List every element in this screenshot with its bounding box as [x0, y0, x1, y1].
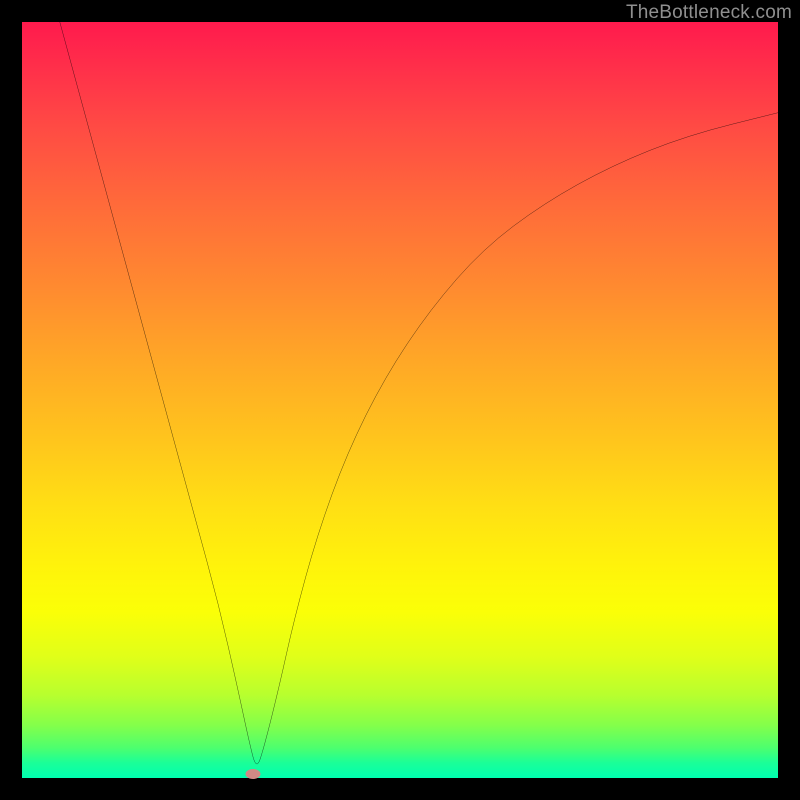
chart-frame: TheBottleneck.com — [0, 0, 800, 800]
watermark-text: TheBottleneck.com — [626, 2, 792, 24]
bottleneck-curve — [60, 22, 778, 764]
plot-area — [22, 22, 778, 778]
curve-svg — [22, 22, 778, 778]
optimum-marker — [245, 769, 260, 779]
